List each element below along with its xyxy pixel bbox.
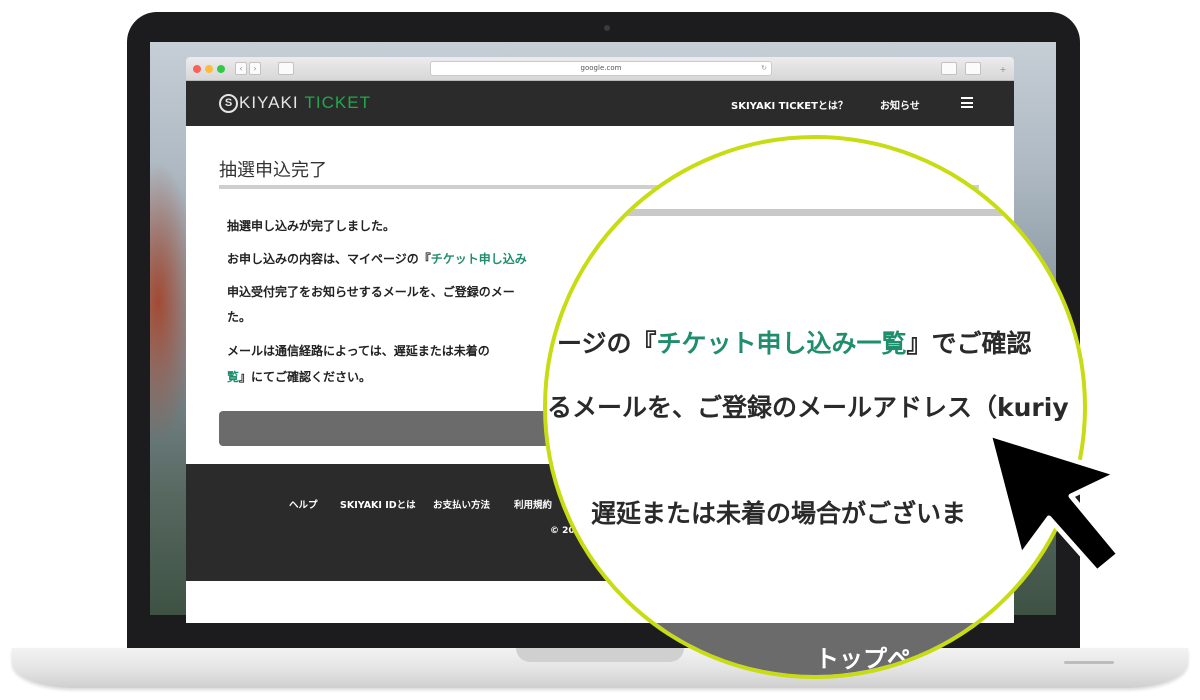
camera-dot bbox=[604, 25, 610, 31]
share-button[interactable] bbox=[941, 62, 957, 75]
completion-message: 抽選申し込みが完了しました。 bbox=[227, 219, 396, 233]
tabs-button[interactable] bbox=[965, 62, 981, 75]
delay-notice-text: 』にてご確認ください。 bbox=[239, 370, 372, 384]
logo-ticket-text: TICKET bbox=[304, 93, 371, 112]
minimize-window-button[interactable] bbox=[205, 65, 213, 73]
footer-skiyaki-id-link[interactable]: SKIYAKI IDとは bbox=[340, 497, 416, 511]
footer-payment-link[interactable]: お支払い方法 bbox=[433, 497, 490, 511]
magnified-ticket-list-link[interactable]: チケット申し込み一覧 bbox=[657, 329, 907, 358]
forward-button[interactable]: › bbox=[249, 62, 261, 75]
url-text: google.com bbox=[580, 64, 622, 72]
new-tab-button[interactable]: + bbox=[996, 64, 1010, 77]
browser-toolbar: ‹ › google.com ↻ + bbox=[186, 57, 1014, 81]
cursor-arrow-icon bbox=[986, 431, 1122, 575]
sidebar-toggle-button[interactable] bbox=[278, 62, 294, 75]
magnified-top-page-label: トップペ bbox=[815, 645, 911, 673]
magnified-email-line: るメールを、ご登録のメールアドレス（kuriy bbox=[547, 393, 1069, 422]
back-button[interactable]: ‹ bbox=[235, 62, 247, 75]
delay-notice-line2: 覧』にてご確認ください。 bbox=[227, 368, 371, 385]
reload-icon[interactable]: ↻ bbox=[761, 62, 767, 75]
confirmation-message: お申し込みの内容は、マイページの『チケット申し込み bbox=[227, 250, 527, 267]
url-bar[interactable]: google.com ↻ bbox=[430, 61, 772, 76]
footer-help-link[interactable]: ヘルプ bbox=[289, 497, 318, 511]
magnifier-lens: ージの『チケット申し込み一覧』でご確認 るメールを、ご登録のメールアドレス（ku… bbox=[543, 135, 1087, 679]
ticket-list-link[interactable]: チケット申し込み bbox=[431, 252, 527, 266]
magnified-title-divider bbox=[547, 209, 1083, 216]
magnified-text-pre: ージの『 bbox=[557, 329, 657, 358]
magnified-text-post: 』でご確認 bbox=[906, 329, 1032, 358]
logo-mark: S bbox=[219, 93, 238, 113]
confirmation-text: お申し込みの内容は、マイページの『 bbox=[227, 252, 431, 266]
footer-terms-link[interactable]: 利用規約 bbox=[514, 497, 552, 511]
nav-about-link[interactable]: SKIYAKI TICKETとは？ bbox=[731, 97, 848, 112]
magnified-confirmation-line: ージの『チケット申し込み一覧』でご確認 bbox=[557, 324, 1032, 360]
logo-text: KIYAKI bbox=[239, 93, 299, 112]
close-window-button[interactable] bbox=[193, 65, 201, 73]
site-header: S KIYAKI TICKET SKIYAKI TICKETとは？ お知らせ bbox=[186, 81, 1014, 126]
page-title: 抽選申込完了 bbox=[219, 160, 327, 181]
magnified-delay-line: 遅延または未着の場合がございま bbox=[591, 499, 967, 528]
zoom-window-button[interactable] bbox=[217, 65, 225, 73]
ticket-list-link-2[interactable]: 覧 bbox=[227, 370, 239, 384]
site-logo[interactable]: S KIYAKI TICKET bbox=[219, 93, 371, 113]
nav-news-link[interactable]: お知らせ bbox=[880, 97, 920, 112]
email-notice-line2: た。 bbox=[227, 310, 252, 324]
email-notice-line1: 申込受付完了をお知らせするメールを、ご登録のメー bbox=[227, 285, 515, 299]
hamburger-icon[interactable] bbox=[961, 97, 973, 108]
delay-notice-line1: メールは通信経路によっては、遅延または未着の bbox=[227, 344, 490, 358]
